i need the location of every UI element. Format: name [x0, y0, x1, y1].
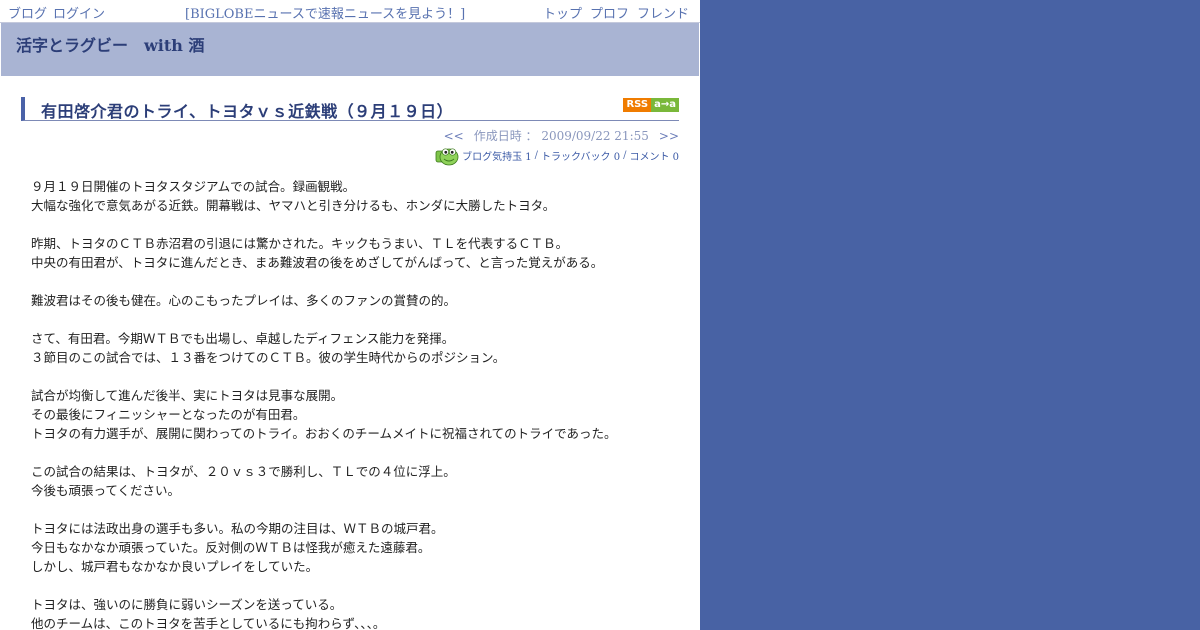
- blog-link[interactable]: ブログ: [8, 7, 47, 22]
- top-right-nav: トップ プロフ フレンド: [535, 3, 689, 22]
- body-line: ９月１９日開催のトヨタスタジアムでの試合。録画観戦。: [31, 179, 356, 194]
- body-line: [31, 576, 681, 595]
- body-line: 今日もなかなか頑張っていた。反対側のＷＴＢは怪我が癒えた遠藤君。: [31, 540, 431, 555]
- prev-entry-link[interactable]: <<: [444, 129, 464, 143]
- entry-title: 有田啓介君のトライ、トヨタｖｓ近鉄戦（９月１９日）: [41, 102, 454, 121]
- body-line: 今後も頑張ってください。: [31, 483, 181, 498]
- nav-friend-link[interactable]: フレンド: [637, 7, 689, 22]
- frog-kimochi-icon: [435, 148, 459, 166]
- body-line: 大幅な強化で意気あがる近鉄。開幕戦は、ヤマハと引き分けるも、ホンダに大勝したトヨ…: [31, 198, 556, 213]
- body-line: その最後にフィニッシャーとなったのが有田君。: [31, 407, 306, 422]
- body-line: 昨期、トヨタのＣＴＢ赤沼君の引退には驚かされた。キックもうまい、ＴＬを代表するＣ…: [31, 236, 569, 251]
- body-line: トヨタの有力選手が、展開に関わってのトライ。おおくのチームメイトに祝福されてのト…: [31, 426, 617, 441]
- body-line: さて、有田君。今期ＷＴＢでも出場し、卓越したディフェンス能力を発揮。: [31, 331, 455, 346]
- body-line: トヨタは、強いのに勝負に弱いシーズンを送っている。: [31, 597, 343, 612]
- nav-profile-link[interactable]: プロフ: [590, 7, 629, 22]
- created-date: 作成日時 ： 2009/09/22 21:55: [473, 129, 649, 143]
- entry-body: ９月１９日開催のトヨタスタジアムでの試合。録画観戦。 大幅な強化で意気あがる近鉄…: [31, 177, 681, 630]
- body-line: [31, 367, 681, 386]
- body-line: ３節目のこの試合では、１３番をつけてのＣＴＢ。彼の学生時代からのポジション。: [31, 350, 506, 365]
- entry-title-bar: 有田啓介君のトライ、トヨタｖｓ近鉄戦（９月１９日） RSS a→a: [21, 97, 679, 121]
- kimochi-link[interactable]: ブログ気持玉 1: [462, 148, 532, 163]
- blog-page: ブログ ログイン [BIGLOBEニュースで速報ニュースを見よう！] トップ プロフ…: [0, 0, 700, 630]
- body-line: [31, 443, 681, 462]
- body-line: 試合が均衡して進んだ後半、実にトヨタは見事な展開。: [31, 388, 344, 403]
- body-line: [31, 500, 681, 519]
- body-line: [31, 215, 681, 234]
- body-line: この試合の結果は、トヨタが、２０ｖｓ３で勝利し、ＴＬでの４位に浮上。: [31, 464, 456, 479]
- login-link[interactable]: ログイン: [53, 7, 105, 22]
- a-to-a-icon: a→a: [651, 98, 679, 112]
- nav-top-link[interactable]: トップ: [543, 7, 582, 22]
- entry-stats: ブログ気持玉 1/トラックバック 0/コメント 0: [435, 144, 679, 166]
- body-line: [31, 272, 681, 291]
- body-line: トヨタには法政出身の選手も多い。私の今期の注目は、ＷＴＢの城戸君。: [31, 521, 444, 536]
- news-banner: [BIGLOBEニュースで速報ニュースを見よう！]: [185, 3, 465, 22]
- blog-title[interactable]: 活字とラグビー with 酒: [16, 32, 204, 56]
- trackback-link[interactable]: トラックバック 0: [541, 148, 620, 163]
- body-line: [31, 310, 681, 329]
- rss-button[interactable]: RSS a→a: [623, 98, 679, 112]
- body-line: 他のチームは、このトヨタを苦手としているにも拘わらず、、、。: [31, 616, 386, 630]
- top-navigation-bar: ブログ ログイン [BIGLOBEニュースで速報ニュースを見よう！] トップ プロフ…: [0, 0, 700, 23]
- body-line: 中央の有田君が、トヨタに進んだとき、まあ難波君の後をめざしてがんばって、と言った…: [31, 255, 604, 270]
- rss-icon: RSS: [623, 98, 652, 112]
- body-line: しかし、城戸君もなかなか良いプレイをしていた。: [31, 559, 319, 574]
- blog-header: 活字とラグビー with 酒: [1, 23, 699, 76]
- comment-link[interactable]: コメント 0: [629, 148, 679, 163]
- top-left-links: ブログ ログイン: [8, 3, 111, 22]
- next-entry-link[interactable]: >>: [659, 129, 679, 143]
- body-line: 難波君はその後も健在。心のこもったプレイは、多くのファンの賞賛の的。: [31, 293, 457, 308]
- entry-meta: << 作成日時 ： 2009/09/22 21:55 >>: [444, 127, 679, 144]
- news-banner-link[interactable]: [BIGLOBEニュースで速報ニュースを見よう！]: [185, 7, 465, 22]
